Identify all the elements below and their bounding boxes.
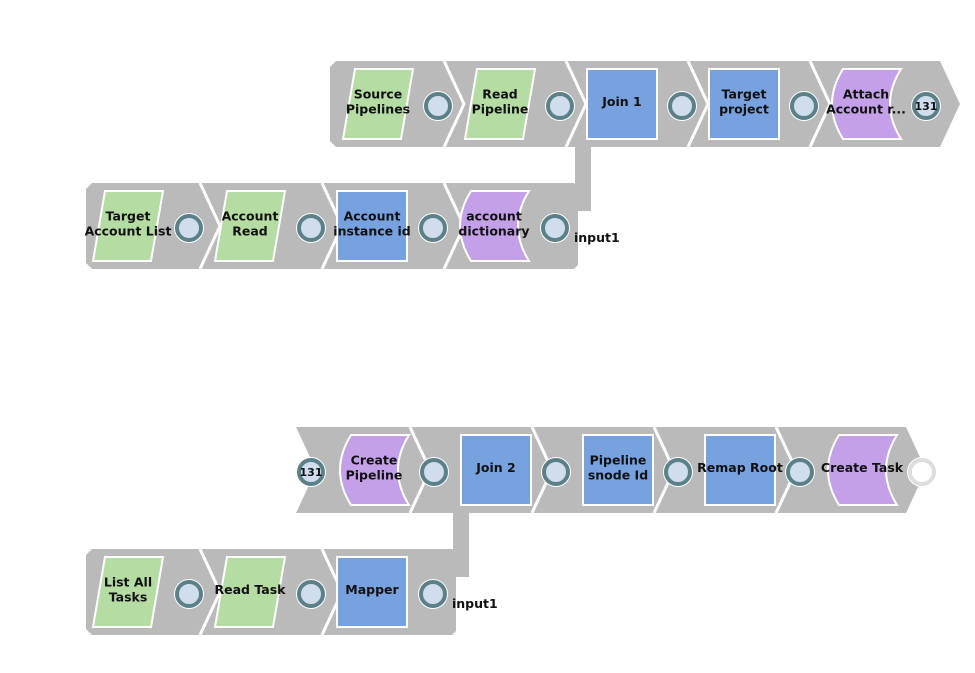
snap-label: Join 2: [475, 460, 515, 475]
snap-label: List All Tasks: [104, 575, 152, 605]
snap-label-line: Create Task: [821, 460, 904, 475]
output-port[interactable]: [175, 580, 203, 608]
snap-label: Source Pipelines: [346, 87, 410, 117]
snap-label-line: Pipeline: [346, 468, 403, 483]
count-badge-text: 131: [300, 466, 323, 479]
pipeline-1: Source PipelinesRead Pipeline Join 1 Target p…: [85, 60, 960, 270]
snap-label-line: Account: [222, 209, 279, 224]
snap-label: Join 1: [601, 94, 641, 109]
snap-label-line: Target: [106, 209, 151, 224]
snap-label: Remap Root: [697, 460, 783, 475]
snap-label-line: Target: [722, 87, 767, 102]
output-port[interactable]: [420, 458, 448, 486]
snap-label-line: List All: [104, 575, 152, 590]
pipeline-canvas: Source PipelinesRead Pipeline Join 1 Target p…: [85, 60, 960, 636]
snap-label: Create Pipeline: [346, 453, 403, 483]
snap-label-line: Join 1: [601, 94, 641, 109]
snap-label: Pipeline snode Id: [588, 453, 648, 483]
snap-label-line: Mapper: [345, 582, 399, 597]
snap-label-line: Remap Root: [697, 460, 783, 475]
snap-label-line: Pipeline: [472, 102, 529, 117]
output-port[interactable]: [786, 458, 814, 486]
snap-label-line: snode Id: [588, 468, 648, 483]
snap-label: Account instance id: [333, 209, 410, 239]
output-port[interactable]: [542, 458, 570, 486]
snap-attach-account[interactable]: Attach Account r...: [826, 68, 906, 140]
snap-label-line: Pipeline: [590, 453, 647, 468]
open-output-port[interactable]: [908, 458, 936, 486]
output-port[interactable]: [419, 214, 447, 242]
output-port[interactable]: [175, 214, 203, 242]
output-port[interactable]: [668, 92, 696, 120]
snap-label-line: Join 2: [475, 460, 515, 475]
input-view-label: input1: [452, 596, 498, 611]
snap-label-line: Pipelines: [346, 102, 410, 117]
snap-label-line: account: [466, 209, 522, 224]
snap-label-line: project: [719, 102, 769, 117]
snap-label-line: Read Task: [215, 582, 287, 597]
snap-label-line: Create: [351, 453, 398, 468]
count-badge-text: 131: [915, 100, 938, 113]
pipeline-2: Create Pipeline Join 2 Pipeline snode Id Rema…: [86, 426, 937, 636]
snap-label: account dictionary: [458, 209, 529, 239]
output-port[interactable]: [419, 580, 447, 608]
snap-label: Mapper: [345, 582, 399, 597]
snap-label-line: Account: [344, 209, 401, 224]
output-port[interactable]: [541, 214, 569, 242]
snap-label-line: Account r...: [826, 102, 906, 117]
snap-label-line: Read: [482, 87, 518, 102]
snap-label: Read Task: [215, 582, 287, 597]
input-view-label: input1: [574, 230, 620, 245]
snap-label-line: dictionary: [458, 224, 529, 239]
output-port[interactable]: [297, 214, 325, 242]
snap-create-task[interactable]: Create Task: [821, 434, 904, 506]
snap-label-line: Source: [354, 87, 403, 102]
snap-label-line: Account List: [85, 224, 172, 239]
output-port[interactable]: [424, 92, 452, 120]
output-port[interactable]: [546, 92, 574, 120]
snap-label-line: instance id: [333, 224, 410, 239]
snap-label: Create Task: [821, 460, 904, 475]
snap-label: Target project: [719, 87, 769, 117]
snap-label-line: Tasks: [109, 590, 148, 605]
output-port[interactable]: [790, 92, 818, 120]
output-port[interactable]: [297, 580, 325, 608]
snap-label-line: Read: [232, 224, 268, 239]
snap-label-line: Attach: [843, 87, 889, 102]
output-port[interactable]: [664, 458, 692, 486]
